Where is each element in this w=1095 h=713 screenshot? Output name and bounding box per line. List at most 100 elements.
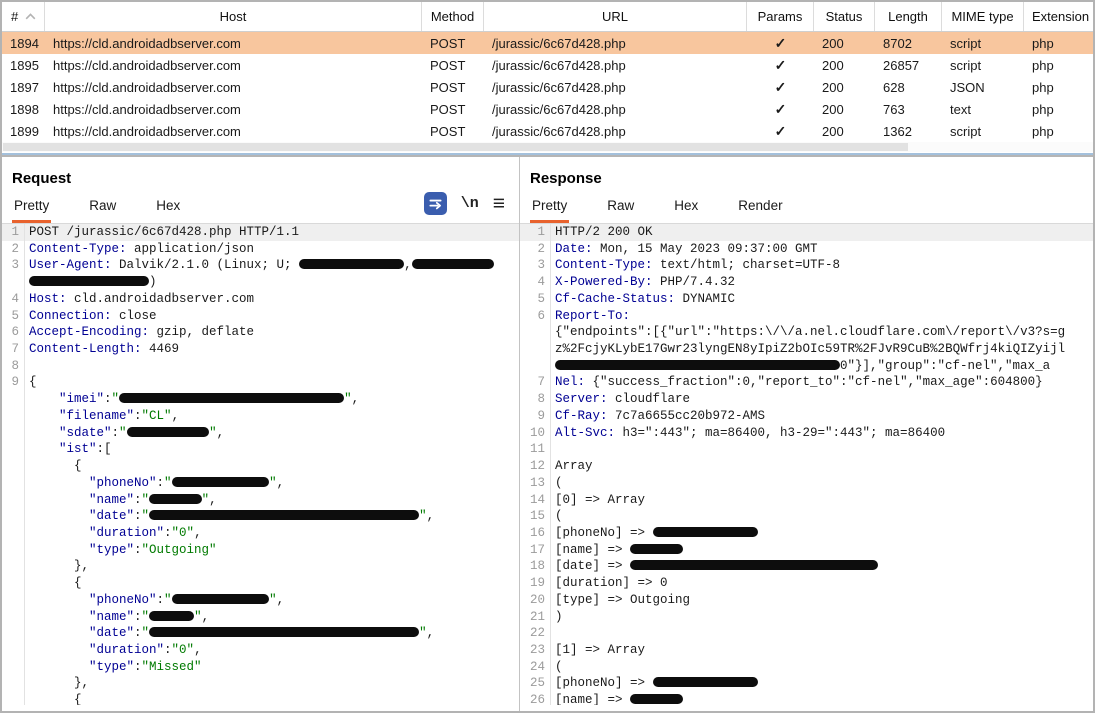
editor-line: 1HTTP/2 200 OK xyxy=(520,224,1093,241)
line-number xyxy=(2,542,25,559)
column-header-mime[interactable]: MIME type xyxy=(942,2,1024,31)
column-header-url[interactable]: URL xyxy=(484,2,747,31)
table-row[interactable]: 1897https://cld.androidadbserver.comPOST… xyxy=(2,76,1093,98)
editor-line: 6Report-To: xyxy=(520,308,1093,325)
scrollbar-thumb[interactable] xyxy=(3,143,908,151)
table-row[interactable]: 1894https://cld.androidadbserver.comPOST… xyxy=(2,32,1093,54)
line-content: [name] => xyxy=(551,542,1093,559)
table-row[interactable]: 1898https://cld.androidadbserver.comPOST… xyxy=(2,98,1093,120)
line-number: 11 xyxy=(520,441,551,458)
pretty-wrap-icon[interactable] xyxy=(424,192,447,215)
cell-method: POST xyxy=(422,124,484,139)
request-editor[interactable]: 1POST /jurassic/6c67d428.php HTTP/1.12Co… xyxy=(2,223,519,705)
column-header-status[interactable]: Status xyxy=(814,2,875,31)
line-content: "phoneNo":"", xyxy=(25,592,519,609)
line-number xyxy=(520,358,551,375)
response-pane: Response PrettyRawHexRender 1HTTP/2 200 … xyxy=(519,157,1093,711)
line-number: 23 xyxy=(520,642,551,659)
line-content: Report-To: xyxy=(551,308,1093,325)
line-content: "type":"Missed" xyxy=(25,659,519,676)
cell-params: ✓ xyxy=(747,123,814,140)
editor-line: "phoneNo":"", xyxy=(2,592,519,609)
line-number: 4 xyxy=(520,274,551,291)
request-pane-header: Request Pretty Raw Hex \n ≡ xyxy=(2,157,519,223)
editor-menu-icon[interactable]: ≡ xyxy=(493,193,505,214)
line-content: 0"}],"group":"cf-nel","max_a xyxy=(551,358,1093,375)
line-number: 21 xyxy=(520,609,551,626)
line-content: {"endpoints":[{"url":"https:\/\/a.nel.cl… xyxy=(551,324,1093,341)
line-content: Accept-Encoding: gzip, deflate xyxy=(25,324,519,341)
line-number: 10 xyxy=(520,425,551,442)
editor-line: "name":"", xyxy=(2,609,519,626)
table-row[interactable]: 1895https://cld.androidadbserver.comPOST… xyxy=(2,54,1093,76)
cell-host: https://cld.androidadbserver.com xyxy=(45,124,422,139)
response-editor[interactable]: 1HTTP/2 200 OK2Date: Mon, 15 May 2023 09… xyxy=(520,223,1093,705)
response-tab-render[interactable]: Render xyxy=(736,196,784,223)
request-tab-pretty[interactable]: Pretty xyxy=(12,196,51,223)
cell-num: 1894 xyxy=(2,36,45,51)
cell-mime: script xyxy=(942,124,1024,139)
line-number: 16 xyxy=(520,525,551,542)
response-tab-pretty[interactable]: Pretty xyxy=(530,196,569,223)
response-tab-raw[interactable]: Raw xyxy=(605,196,636,223)
line-number xyxy=(2,408,25,425)
request-tab-hex[interactable]: Hex xyxy=(154,196,182,223)
line-content: ( xyxy=(551,508,1093,525)
request-pane-title: Request xyxy=(12,170,507,187)
column-header-label: Extension xyxy=(1032,9,1089,24)
line-content: [type] => Outgoing xyxy=(551,592,1093,609)
editor-line: 25[phoneNo] => xyxy=(520,675,1093,692)
editor-line: 24( xyxy=(520,659,1093,676)
column-header-host[interactable]: Host xyxy=(45,2,422,31)
editor-line: "sdate":"", xyxy=(2,425,519,442)
cell-params: ✓ xyxy=(747,101,814,118)
response-tab-hex[interactable]: Hex xyxy=(672,196,700,223)
newline-toggle-icon[interactable]: \n xyxy=(461,195,479,212)
cell-num: 1895 xyxy=(2,58,45,73)
line-number: 13 xyxy=(520,475,551,492)
line-number: 1 xyxy=(2,224,25,241)
editor-line: "date":"", xyxy=(2,508,519,525)
redacted-bar xyxy=(149,494,202,504)
table-horizontal-scrollbar[interactable] xyxy=(2,142,1093,152)
editor-line: 18[date] => xyxy=(520,558,1093,575)
line-content: [phoneNo] => xyxy=(551,525,1093,542)
editor-line: 22 xyxy=(520,625,1093,642)
column-header-label: URL xyxy=(602,9,628,24)
request-tab-raw[interactable]: Raw xyxy=(87,196,118,223)
line-content: "phoneNo":"", xyxy=(25,475,519,492)
line-number: 3 xyxy=(2,257,25,274)
line-number: 24 xyxy=(520,659,551,676)
column-header-length[interactable]: Length xyxy=(875,2,942,31)
cell-status: 200 xyxy=(814,58,875,73)
editor-line: 5Connection: close xyxy=(2,308,519,325)
line-number: 15 xyxy=(520,508,551,525)
column-header-method[interactable]: Method xyxy=(422,2,484,31)
line-number xyxy=(2,475,25,492)
cell-method: POST xyxy=(422,58,484,73)
line-content: "sdate":"", xyxy=(25,425,519,442)
line-content: { xyxy=(25,692,519,705)
line-content: Server: cloudflare xyxy=(551,391,1093,408)
editor-line: 15( xyxy=(520,508,1093,525)
line-number: 19 xyxy=(520,575,551,592)
line-content: HTTP/2 200 OK xyxy=(551,224,1093,241)
column-header-ext[interactable]: Extension xyxy=(1024,2,1095,31)
line-number: 4 xyxy=(2,291,25,308)
column-header-params[interactable]: Params xyxy=(747,2,814,31)
table-row[interactable]: 1899https://cld.androidadbserver.comPOST… xyxy=(2,120,1093,142)
http-history-table: #HostMethod URL ParamsStatusLengthMIME typ… xyxy=(2,2,1093,157)
line-content: z%2FcjyKLybE17Gwr23lyngEN8yIpiZ2bOIc59TR… xyxy=(551,341,1093,358)
editor-line: 6Accept-Encoding: gzip, deflate xyxy=(2,324,519,341)
redacted-bar xyxy=(149,510,419,520)
line-content: User-Agent: Dalvik/2.1.0 (Linux; U; , xyxy=(25,257,519,274)
redacted-bar xyxy=(299,259,404,269)
line-content: ) xyxy=(551,609,1093,626)
line-number xyxy=(520,324,551,341)
cell-host: https://cld.androidadbserver.com xyxy=(45,36,422,51)
response-pane-header: Response PrettyRawHexRender xyxy=(520,157,1093,223)
line-content: Content-Type: application/json xyxy=(25,241,519,258)
editor-line: 20[type] => Outgoing xyxy=(520,592,1093,609)
editor-line: { xyxy=(2,692,519,705)
column-header-num[interactable]: # xyxy=(2,2,45,31)
